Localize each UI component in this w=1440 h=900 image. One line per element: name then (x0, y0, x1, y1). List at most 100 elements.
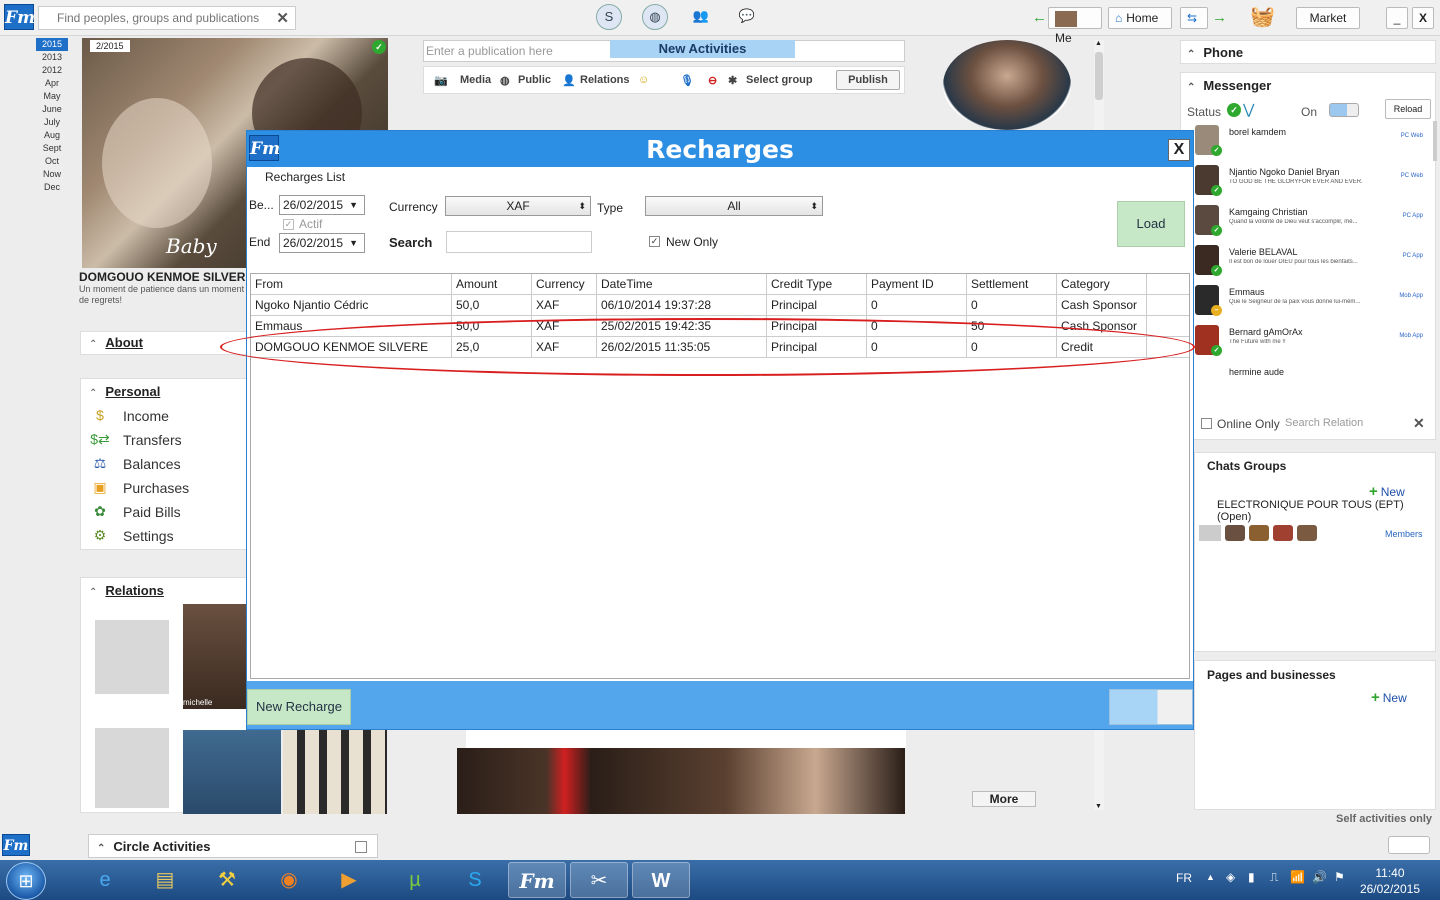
circle-activities-panel[interactable]: ⌃ Circle Activities (88, 834, 378, 858)
about-link[interactable]: About (105, 335, 143, 350)
new-group-button[interactable]: + New (1369, 483, 1405, 500)
collapse-icon[interactable]: ⌃ (1187, 82, 1195, 93)
me-button[interactable]: Me (1048, 7, 1102, 45)
scroll-up-icon[interactable]: ▲ (1095, 40, 1102, 47)
media-button[interactable]: Media (460, 74, 491, 86)
about-panel[interactable]: ⌃ About (80, 331, 248, 355)
contact-item[interactable]: hermine aude (1195, 365, 1425, 405)
menu-balances[interactable]: ⚖ Balances (89, 452, 239, 476)
collapse-icon[interactable]: ⌃ (89, 339, 97, 350)
collapse-icon[interactable]: ⌃ (89, 388, 97, 399)
menu-transfers[interactable]: $⇄ Transfers (89, 428, 239, 452)
home-button[interactable]: ⌂ Home (1108, 7, 1172, 29)
network-app-icon[interactable]: ◈ (1226, 870, 1235, 884)
status-dropdown-icon[interactable]: ⋁ (1243, 101, 1254, 118)
new-recharge-button[interactable]: New Recharge (247, 689, 351, 725)
contact-item[interactable]: ✓ Valerie BELAVAL Il est bon de louer DI… (1195, 245, 1425, 285)
clear-search-icon[interactable]: ✕ (276, 9, 289, 27)
global-search[interactable]: ✕ (38, 6, 296, 30)
collapse-icon[interactable]: ⌃ (89, 587, 97, 598)
group-icon[interactable]: ✱ (728, 74, 737, 87)
camera-icon[interactable]: 📷 (434, 74, 448, 87)
start-button[interactable]: ⊞ (6, 862, 46, 900)
new-page-button[interactable]: + New (1371, 689, 1407, 706)
usb-icon[interactable]: ⎍ (1270, 870, 1278, 885)
currency-select[interactable]: XAF ⬍ (445, 196, 591, 216)
scroll-down-icon[interactable]: ▼ (1095, 803, 1102, 810)
close-app-button[interactable]: X (1412, 7, 1434, 29)
column-header[interactable]: Currency (532, 274, 597, 295)
column-header[interactable]: Credit Type (767, 274, 867, 295)
menu-income[interactable]: $ Income (89, 404, 239, 428)
screenshot-tool-icon[interactable]: ✂ (570, 862, 628, 898)
contact-item[interactable]: ✓ Njantio Ngoko Daniel Bryan TO GOD BE T… (1195, 165, 1425, 205)
relation-photo[interactable] (183, 730, 281, 814)
group-name[interactable]: ELECTRONIQUE POUR TOUS (EPT) (Open) (1217, 499, 1427, 523)
contacts-scrollbar[interactable] (1433, 121, 1437, 161)
fm-app-icon[interactable]: Fm (508, 862, 566, 898)
window-icon[interactable] (355, 841, 367, 853)
tool-app-icon[interactable]: ⚒ (198, 862, 256, 898)
month-item[interactable]: Sept (36, 142, 68, 155)
utorrent-icon[interactable]: µ (386, 862, 444, 898)
sync-icon[interactable]: ⇆ (1180, 7, 1208, 29)
online-status-icon[interactable]: ✓ (1227, 103, 1241, 117)
year-item[interactable]: 2015 (36, 38, 68, 51)
internet-explorer-icon[interactable]: e (76, 862, 134, 898)
select-group-button[interactable]: Select group (746, 74, 813, 86)
online-only-checkbox[interactable] (1201, 418, 1212, 429)
type-select[interactable]: All ⬍ (645, 196, 823, 216)
new-only-checkbox[interactable]: ✓ (649, 236, 660, 247)
clear-search-icon[interactable]: ✕ (1413, 415, 1425, 432)
market-button[interactable]: Market (1296, 7, 1360, 29)
signal-icon[interactable]: 📶 (1290, 870, 1305, 884)
month-item[interactable]: Now (36, 168, 68, 181)
back-arrow-icon[interactable]: ← (1032, 9, 1047, 26)
members-link[interactable]: Members (1385, 529, 1423, 539)
year-item[interactable]: 2012 (36, 64, 68, 77)
end-date-picker[interactable]: 26/02/2015 ▼ (279, 233, 365, 253)
relation-avatar-placeholder[interactable] (95, 620, 169, 694)
month-item[interactable]: May (36, 90, 68, 103)
globe-icon[interactable]: ◍ (642, 4, 668, 30)
menu-purchases[interactable]: ▣ Purchases (89, 476, 239, 500)
volume-icon[interactable]: 🔊 (1312, 870, 1327, 884)
block-icon[interactable]: ⊖ (708, 74, 717, 87)
scroll-thumb[interactable] (1095, 52, 1103, 100)
year-item[interactable]: 2013 (36, 51, 68, 64)
month-item[interactable]: Aug (36, 129, 68, 142)
publish-button[interactable]: Publish (836, 70, 900, 90)
dialog-toggle[interactable] (1109, 689, 1193, 725)
minimize-button[interactable]: _ (1386, 7, 1408, 29)
language-indicator[interactable]: FR (1176, 871, 1192, 885)
table-row[interactable]: Emmaus 50,0 XAF 25/02/2015 19:42:35 Prin… (251, 316, 1189, 337)
microphone-icon[interactable]: 🎙 (680, 74, 694, 87)
column-header[interactable]: From (251, 274, 452, 295)
feed-post-image[interactable] (457, 748, 905, 814)
table-row[interactable]: Ngoko Njantio Cédric 50,0 XAF 06/10/2014… (251, 295, 1189, 316)
basket-icon[interactable]: 🧺 (1250, 4, 1275, 29)
month-item[interactable]: Apr (36, 77, 68, 90)
skype-status-icon[interactable]: S (596, 4, 622, 30)
flag-icon[interactable]: ⚑ (1334, 870, 1345, 884)
column-header[interactable]: Amount (452, 274, 532, 295)
more-button[interactable]: More (972, 791, 1036, 807)
month-item[interactable]: Dec (36, 181, 68, 194)
word-icon[interactable]: W (632, 862, 690, 898)
firefox-icon[interactable]: ◉ (260, 862, 318, 898)
self-activities-toggle[interactable] (1388, 836, 1430, 854)
people-icon[interactable]: 👥 (688, 4, 714, 30)
personal-link[interactable]: Personal (105, 384, 160, 399)
chat-icon[interactable]: 💬 (734, 4, 760, 30)
contact-item[interactable]: ✓ Bernard gAmOrAx The Future with me !! … (1195, 325, 1425, 365)
relations-link[interactable]: Relations (105, 583, 164, 598)
relation-photo[interactable] (283, 730, 387, 814)
globe-icon[interactable]: ◍ (500, 74, 510, 87)
contact-item[interactable]: ✓ borel kamdem PC Web (1195, 125, 1425, 165)
forward-arrow-icon[interactable]: → (1212, 9, 1227, 26)
file-explorer-icon[interactable]: ▤ (136, 862, 194, 898)
add-relation-icon[interactable]: 👤 (562, 74, 576, 87)
month-item[interactable]: June (36, 103, 68, 116)
column-header[interactable]: DateTime (597, 274, 767, 295)
online-toggle[interactable] (1329, 103, 1359, 117)
